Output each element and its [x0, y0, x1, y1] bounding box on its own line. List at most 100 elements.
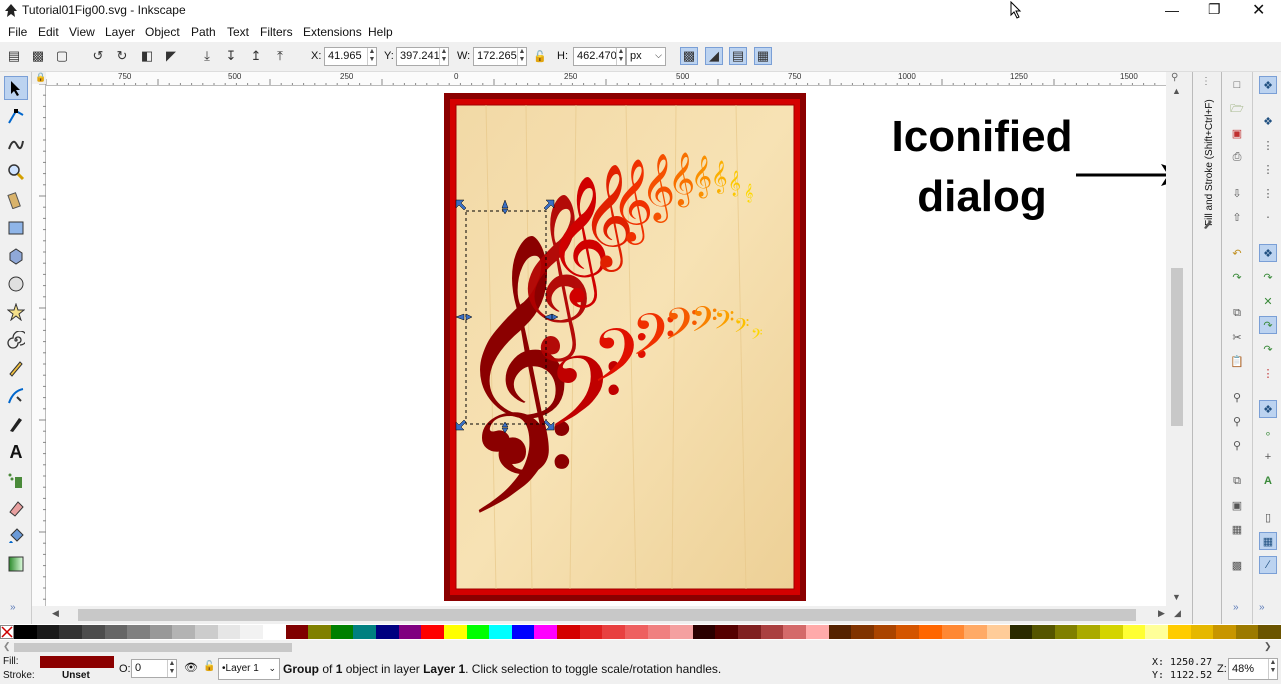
- palette-swatch[interactable]: [81, 625, 105, 639]
- tweak-tool-icon[interactable]: [4, 132, 28, 156]
- pen-tool-icon[interactable]: [4, 384, 28, 408]
- snap-bbox-midpoint-icon[interactable]: ⋮: [1259, 184, 1277, 202]
- paste-icon[interactable]: 📋: [1228, 352, 1246, 370]
- palette-swatch[interactable]: [1190, 625, 1214, 639]
- palette-swatch[interactable]: [285, 625, 309, 639]
- spiral-tool-icon[interactable]: [4, 328, 28, 352]
- vertical-scrollbar[interactable]: ⚲ ▲ ▼: [1168, 72, 1186, 608]
- palette-swatch[interactable]: [919, 625, 942, 639]
- import-icon[interactable]: ⇩: [1228, 184, 1246, 202]
- palette-swatch[interactable]: [1145, 625, 1168, 639]
- menu-help[interactable]: Help: [368, 25, 393, 39]
- palette-swatch[interactable]: [602, 625, 625, 639]
- zoom-selection-icon[interactable]: ⚲: [1228, 388, 1246, 406]
- scroll-right-icon[interactable]: ▶: [1158, 608, 1165, 619]
- star-tool-icon[interactable]: [4, 300, 28, 324]
- undo-icon[interactable]: ↶: [1228, 244, 1246, 262]
- zoom-input[interactable]: 48% ▲ ▼: [1228, 658, 1278, 680]
- palette-swatch[interactable]: [398, 625, 422, 639]
- zoom-tool-icon[interactable]: [4, 160, 28, 184]
- menu-edit[interactable]: Edit: [38, 25, 59, 39]
- palette-swatch[interactable]: [851, 625, 874, 639]
- rotate-cw-icon[interactable]: ↻: [113, 47, 131, 65]
- layer-select[interactable]: •Layer 1 ⌄: [218, 658, 280, 680]
- palette-swatch[interactable]: [760, 625, 784, 639]
- minimize-button[interactable]: —: [1165, 2, 1179, 18]
- export-icon[interactable]: ⇧: [1228, 208, 1246, 226]
- palette-swatch[interactable]: [738, 625, 761, 639]
- lower-icon[interactable]: ↧: [222, 47, 240, 65]
- palette-swatch[interactable]: [353, 625, 376, 639]
- node-tool-icon[interactable]: [4, 104, 28, 128]
- palette-swatch[interactable]: [670, 625, 693, 639]
- ellipse-tool-icon[interactable]: [4, 272, 28, 296]
- snap-grid-icon[interactable]: ▦: [1259, 532, 1277, 550]
- palette-swatch[interactable]: [36, 625, 60, 639]
- palette-swatch[interactable]: [421, 625, 444, 639]
- palette-swatch[interactable]: [692, 625, 716, 639]
- palette-swatch[interactable]: [964, 625, 987, 639]
- scroll-up-icon[interactable]: ▲: [1172, 86, 1181, 96]
- selector-tool-icon[interactable]: [4, 76, 28, 100]
- menu-object[interactable]: Object: [145, 25, 180, 39]
- w-input[interactable]: 172.265 ▲ ▼: [473, 47, 527, 66]
- fill-stroke-icon[interactable]: [1202, 218, 1214, 230]
- palette-scrollbar[interactable]: ❮ ❯: [0, 640, 1281, 654]
- palette-scroll-left-icon[interactable]: ❮: [3, 641, 11, 652]
- palette-swatch[interactable]: [195, 625, 218, 639]
- palette-swatch[interactable]: [1235, 625, 1259, 639]
- palette-swatch[interactable]: [466, 625, 490, 639]
- palette-swatch[interactable]: [104, 625, 128, 639]
- palette-swatch[interactable]: [579, 625, 603, 639]
- text-tool-icon[interactable]: A: [4, 440, 28, 464]
- palette-swatch[interactable]: [1213, 625, 1236, 639]
- palette-swatch[interactable]: [59, 625, 82, 639]
- snap-cusp-nodes-icon[interactable]: ↷: [1259, 316, 1277, 334]
- palette-swatch[interactable]: [986, 625, 1010, 639]
- expand-snap-icon[interactable]: »: [1259, 602, 1265, 613]
- x-input[interactable]: 41.965 ▲ ▼: [324, 47, 377, 66]
- opacity-input[interactable]: 0 ▲ ▼: [131, 659, 177, 678]
- palette-swatch[interactable]: [511, 625, 535, 639]
- palette-swatch[interactable]: [1100, 625, 1123, 639]
- print-icon[interactable]: ⎙: [1228, 148, 1246, 166]
- palette-swatch[interactable]: [489, 625, 512, 639]
- palette-swatch[interactable]: [443, 625, 467, 639]
- group-icon[interactable]: ▩: [1228, 556, 1246, 574]
- h-input[interactable]: 462.470 ▲ ▼: [573, 47, 626, 66]
- palette-swatch[interactable]: [240, 625, 263, 639]
- select-all-layers-icon[interactable]: ▩: [29, 47, 47, 65]
- open-icon[interactable]: 🗁: [1228, 100, 1246, 118]
- snap-line-midpoint-icon[interactable]: ⋮: [1259, 364, 1277, 382]
- palette-swatch[interactable]: [1009, 625, 1033, 639]
- palette-swatch[interactable]: [262, 625, 286, 639]
- select-all-icon[interactable]: ▤: [5, 47, 23, 65]
- cut-icon[interactable]: ✂: [1228, 328, 1246, 346]
- rectangle-tool-icon[interactable]: [4, 216, 28, 240]
- snap-others-icon[interactable]: ❖: [1259, 400, 1277, 418]
- stroke-value[interactable]: Unset: [62, 670, 90, 681]
- snap-smooth-nodes-icon[interactable]: ↷: [1259, 340, 1277, 358]
- snap-nodes-icon[interactable]: ❖: [1259, 244, 1277, 262]
- palette-swatch[interactable]: [873, 625, 897, 639]
- snap-text-baseline-icon[interactable]: A: [1259, 472, 1277, 490]
- palette-swatch[interactable]: [624, 625, 648, 639]
- snap-bbox-corner-icon[interactable]: ⋮: [1259, 160, 1277, 178]
- palette-swatch[interactable]: [805, 625, 829, 639]
- palette-scroll-right-icon[interactable]: ❯: [1264, 641, 1272, 652]
- raise-to-top-icon[interactable]: ⤒: [271, 47, 289, 65]
- snap-rotation-center-icon[interactable]: +: [1259, 448, 1277, 466]
- spray-tool-icon[interactable]: [4, 468, 28, 492]
- scale-corners-icon[interactable]: ◢: [705, 47, 723, 65]
- horizontal-scroll-thumb[interactable]: [78, 609, 1136, 621]
- snap-enable-icon[interactable]: ❖: [1259, 76, 1277, 94]
- palette-swatch[interactable]: [149, 625, 173, 639]
- palette-swatch[interactable]: [1032, 625, 1055, 639]
- eraser-tool-icon[interactable]: [4, 496, 28, 520]
- menu-layer[interactable]: Layer: [105, 25, 135, 39]
- 3d-box-tool-icon[interactable]: [4, 244, 28, 268]
- duplicate-icon[interactable]: ⧉: [1228, 472, 1246, 490]
- lock-ratio-icon[interactable]: 🔓: [531, 47, 549, 65]
- snap-guides-icon[interactable]: ∕: [1259, 556, 1277, 574]
- palette-swatch[interactable]: [308, 625, 331, 639]
